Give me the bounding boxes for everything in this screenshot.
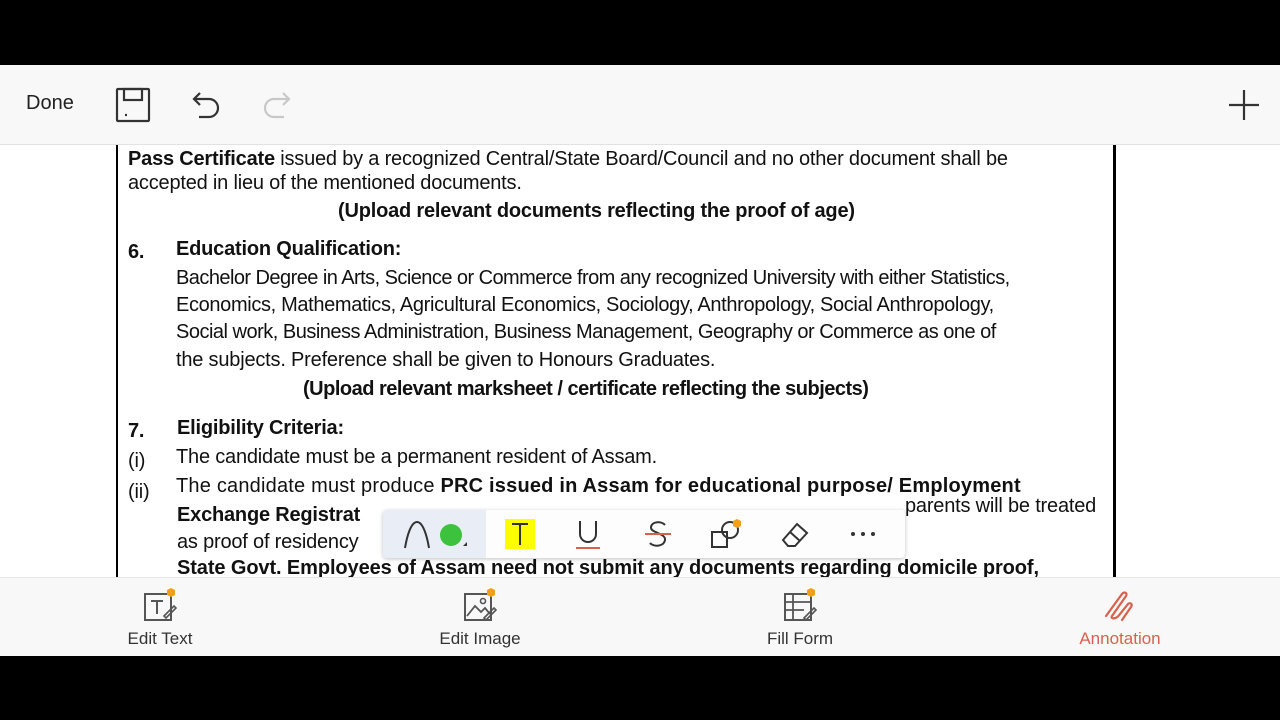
document-line: (Upload relevant marksheet / certificate… [303, 378, 869, 400]
save-icon[interactable] [113, 85, 153, 125]
section-number: 6. [128, 241, 145, 263]
nav-edit-text[interactable]: Edit Text [80, 586, 240, 649]
document-line: accepted in lieu of the mentioned docume… [128, 172, 522, 194]
done-button[interactable]: Done [26, 92, 74, 115]
undo-icon[interactable] [185, 85, 225, 125]
document-line: The candidate must be a permanent reside… [176, 446, 657, 468]
highlight-text-icon[interactable] [502, 516, 538, 552]
document-line: The candidate must produce PRC issued in… [176, 475, 1021, 497]
nav-fill-form[interactable]: Fill Form [720, 586, 880, 649]
document-line: Bachelor Degree in Arts, Science or Comm… [176, 267, 1010, 289]
list-number: (ii) [128, 481, 150, 503]
document-line: the subjects. Preference shall be given … [176, 349, 716, 371]
document-line: State Govt. Employees of Assam need not … [177, 557, 1039, 577]
document-line: parents will be treated [905, 495, 1097, 517]
color-picker-icon[interactable] [435, 516, 471, 552]
pen-icon[interactable] [399, 516, 435, 552]
add-icon[interactable] [1224, 85, 1264, 125]
annotation-icon [1104, 591, 1133, 622]
edit-text-icon [144, 588, 178, 621]
strikethrough-icon[interactable] [640, 516, 676, 552]
edit-image-icon [464, 588, 498, 622]
page-border-right [1113, 145, 1116, 577]
page-border-left [116, 145, 118, 577]
fill-form-icon [784, 588, 818, 622]
underline-icon[interactable] [570, 516, 606, 552]
bottom-nav: Edit Text Edit Image Fill Form Annotatio… [0, 577, 1280, 656]
document-line: Pass Certificate issued by a recognized … [128, 148, 1008, 170]
document-line: Social work, Business Administration, Bu… [176, 321, 996, 343]
section-heading: Education Qualification: [176, 238, 402, 260]
document-line: Exchange Registrat [177, 504, 361, 526]
more-icon[interactable] [845, 516, 881, 552]
annotation-toolbar [383, 510, 905, 558]
eraser-icon[interactable] [777, 516, 813, 552]
nav-annotation[interactable]: Annotation [1040, 586, 1200, 649]
document-line: (Upload relevant documents reflecting th… [338, 200, 855, 222]
nav-edit-image[interactable]: Edit Image [400, 586, 560, 649]
document-line: as proof of residency [177, 531, 359, 553]
document-line: Economics, Mathematics, Agricultural Eco… [176, 294, 994, 316]
shapes-icon[interactable] [708, 516, 744, 552]
list-number: (i) [128, 450, 146, 472]
redo-icon[interactable] [258, 85, 298, 125]
section-number: 7. [128, 420, 145, 442]
top-toolbar: Done [0, 65, 1280, 145]
section-heading: Eligibility Criteria: [177, 417, 344, 439]
